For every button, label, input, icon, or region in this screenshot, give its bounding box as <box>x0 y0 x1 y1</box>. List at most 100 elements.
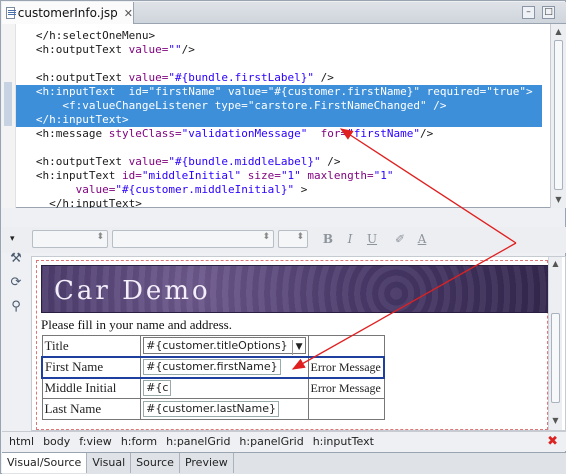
breadcrumb-item[interactable]: h:inputText <box>313 435 374 448</box>
source-line[interactable]: </h:inputText> <box>16 197 542 208</box>
editor-vertical-scrollbar[interactable]: ▲ ▼ <box>550 24 566 208</box>
source-line[interactable]: <f:valueChangeListener type="carstore.Fi… <box>16 99 542 113</box>
attribute-value: "#{bundle.firstLabel}" <box>168 71 315 84</box>
font-color-icon[interactable]: A <box>414 231 430 247</box>
tag-text: > <box>526 85 533 98</box>
form-row[interactable]: Last Name #{customer.lastName} <box>41 398 385 420</box>
breadcrumb-item[interactable]: body <box>43 435 70 448</box>
format-style-combo[interactable]: ⬍ <box>32 230 108 248</box>
canvas-vertical-scrollbar[interactable]: ▲ ▼ <box>548 257 562 430</box>
source-code-area[interactable]: </h:selectOneMenu> <h:outputText value="… <box>16 24 542 208</box>
attribute-value: "carstore.FirstNameChanged" <box>247 99 427 112</box>
error-message: Error Message <box>307 377 385 399</box>
text-input[interactable]: #{customer.firstName} <box>143 359 281 375</box>
form-row[interactable]: Title #{customer.titleOptions} ▼ <box>41 335 385 357</box>
field-label: Title <box>41 335 142 357</box>
view-menu-icon[interactable]: ▾ <box>10 234 15 244</box>
source-line[interactable]: <h:inputText id="middleInitial" size="1"… <box>16 169 542 183</box>
bold-button[interactable]: B <box>320 231 336 247</box>
font-family-combo[interactable]: ⬍ <box>112 230 274 248</box>
scroll-up-arrow-icon[interactable]: ▲ <box>553 26 564 37</box>
underline-button[interactable]: U <box>364 231 380 247</box>
attribute-name: id= <box>128 85 149 98</box>
attribute-value: "" <box>168 43 182 56</box>
tab-visual[interactable]: Visual <box>87 453 132 473</box>
attribute-name: styleClass= <box>108 127 182 140</box>
editor-ruler <box>2 24 16 208</box>
source-line[interactable]: <h:outputText value=""/> <box>16 43 542 57</box>
source-line[interactable]: value="#{customer.middleInitial}" > <box>16 183 542 197</box>
text-input[interactable]: #{c <box>143 380 172 397</box>
source-line[interactable]: <h:message styleClass="validationMessage… <box>16 127 542 141</box>
attribute-value: "#{customer.middleInitial}" <box>115 183 295 196</box>
source-line[interactable] <box>16 57 542 71</box>
breadcrumb-item[interactable]: h:panelGrid <box>239 435 303 448</box>
attribute-name: maxlength= <box>300 169 374 182</box>
form-row[interactable]: Middle Initial #{c Error Message <box>41 377 385 399</box>
car-demo-banner: Car Demo <box>41 265 549 313</box>
tag-text: /> <box>420 127 434 140</box>
form-row[interactable]: First Name #{customer.firstName} Error Mes… <box>41 355 385 379</box>
attribute-name: for= <box>307 127 348 140</box>
field-label: Middle Initial <box>41 377 142 399</box>
source-editor[interactable]: </h:selectOneMenu> <h:outputText value="… <box>2 24 566 208</box>
attribute-value: "validationMessage" <box>181 127 308 140</box>
field-label: Last Name <box>41 398 142 420</box>
field-cell: #{c <box>140 377 309 399</box>
visual-editor-canvas[interactable]: Car Demo Please fill in your name and ad… <box>31 256 566 431</box>
source-line[interactable]: <h:outputText value="#{bundle.firstLabel… <box>16 71 542 85</box>
tab-visual-source[interactable]: Visual/Source <box>2 453 88 473</box>
error-message <box>307 398 385 420</box>
attribute-name: value= <box>75 183 116 196</box>
jsp-file-icon <box>6 7 16 19</box>
attribute-name: type= <box>214 99 248 112</box>
source-line[interactable]: </h:selectOneMenu> <box>16 29 542 43</box>
refresh-icon[interactable]: ⟳ <box>8 275 24 291</box>
field-cell: #{customer.lastName} <box>140 398 309 420</box>
editor-tab-label: customerInfo.jsp <box>17 6 118 20</box>
scrollbar-thumb[interactable] <box>554 40 563 190</box>
tag-text: > <box>294 183 308 196</box>
tag-text: </h:inputText> <box>35 113 129 126</box>
scroll-down-arrow-icon[interactable]: ▼ <box>553 194 564 205</box>
maximize-button[interactable]: □ <box>542 6 555 19</box>
source-line[interactable] <box>16 141 542 155</box>
scroll-up-arrow-icon[interactable]: ▲ <box>550 258 561 269</box>
tag-text: <h:inputText <box>35 169 122 182</box>
attribute-value: "true" <box>486 85 526 98</box>
clear-format-icon[interactable]: ✐ <box>392 231 408 247</box>
error-message: Error Message <box>307 355 385 379</box>
italic-button[interactable]: I <box>342 231 358 247</box>
tag-text: </h:inputText> <box>49 197 142 208</box>
attribute-name: value= <box>128 43 169 56</box>
tag-text: <h:inputText <box>35 85 129 98</box>
preview-page-icon[interactable]: ⚲ <box>8 299 24 315</box>
close-tab-icon[interactable]: ✕ <box>124 7 133 20</box>
tab-preview[interactable]: Preview <box>180 453 234 473</box>
title-select[interactable]: #{customer.titleOptions} ▼ <box>143 337 306 356</box>
tab-source[interactable]: Source <box>131 453 180 473</box>
tag-text: <h:outputText <box>35 155 129 168</box>
tag-text: /> <box>314 71 334 84</box>
breadcrumb-item[interactable]: h:panelGrid <box>166 435 230 448</box>
breadcrumb-item[interactable]: h:form <box>121 435 157 448</box>
source-line[interactable]: <h:outputText value="#{bundle.middleLabe… <box>16 155 542 169</box>
source-line[interactable]: </h:inputText> <box>16 113 542 127</box>
scrollbar-thumb[interactable] <box>551 313 560 403</box>
text-input[interactable]: #{customer.lastName} <box>143 401 279 417</box>
attribute-name: size= <box>241 169 281 182</box>
scroll-down-arrow-icon[interactable]: ▼ <box>550 415 561 426</box>
editor-tab-customerinfo[interactable]: customerInfo.jsp ✕ <box>2 2 134 24</box>
font-size-combo[interactable]: ⬍ <box>278 230 308 248</box>
attribute-value: "1" <box>373 169 394 182</box>
minimize-button[interactable]: – <box>522 6 535 19</box>
error-message <box>307 335 385 357</box>
tag-text: /> <box>426 99 447 112</box>
attribute-name: id= <box>121 169 142 182</box>
source-line[interactable]: <h:inputText id="firstName" value="#{cus… <box>16 85 542 99</box>
breadcrumb-item[interactable]: html <box>9 435 34 448</box>
palette-tools-icon[interactable]: ⚒ <box>8 251 24 267</box>
breadcrumb-item[interactable]: f:view <box>79 435 112 448</box>
delete-tag-icon[interactable]: ✖ <box>547 434 558 449</box>
attribute-value: "1" <box>280 169 301 182</box>
